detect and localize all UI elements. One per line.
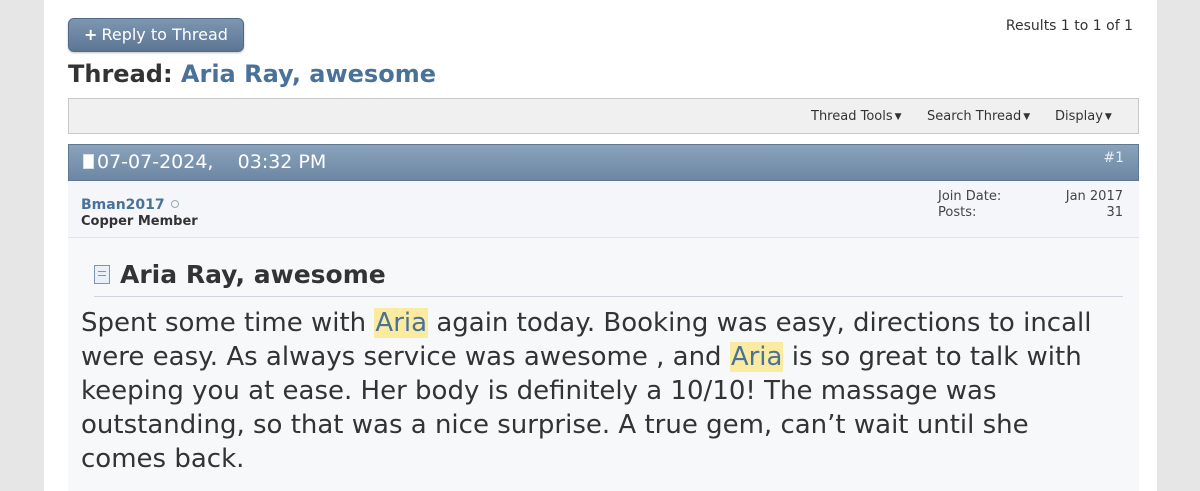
- join-date-value: Jan 2017: [1065, 189, 1123, 204]
- user-stats-values: Jan 2017 31: [1066, 189, 1123, 221]
- search-thread-label: Search Thread: [927, 109, 1022, 124]
- post-header: 07-07-2024, 03:32 PM #1: [68, 144, 1139, 181]
- results-count: Results 1 to 1 of 1: [1005, 18, 1133, 34]
- post-title-text: Aria Ray, awesome: [120, 260, 386, 289]
- highlighted-keyword[interactable]: Aria: [729, 342, 784, 372]
- display-menu[interactable]: Display ▼: [1055, 109, 1112, 124]
- caret-down-icon: ▼: [1023, 112, 1031, 122]
- thread-title-link[interactable]: Aria Ray, awesome: [181, 60, 436, 88]
- post-user-info: Bman2017 Copper Member Join Date: Posts:…: [68, 181, 1139, 238]
- post-date-value: 07-07-2024,: [97, 151, 214, 173]
- offline-status-icon: [170, 200, 179, 208]
- post-body: Aria Ray, awesome Spent some time with A…: [68, 238, 1139, 491]
- display-label: Display: [1055, 109, 1103, 124]
- username-link[interactable]: Bman2017: [81, 197, 179, 213]
- post-message: Spent some time with Aria again today. B…: [81, 306, 1116, 476]
- message-text: Spent some time with: [81, 308, 375, 338]
- plus-icon: +: [84, 25, 98, 44]
- thread-tools-bar: Thread Tools ▼ Search Thread ▼ Display ▼: [68, 98, 1139, 134]
- highlighted-keyword[interactable]: Aria: [374, 308, 429, 338]
- reply-button-label: Reply to Thread: [101, 25, 228, 44]
- username-text: Bman2017: [81, 197, 165, 213]
- post-status-icon: [83, 154, 94, 169]
- post-time-value: 03:32 PM: [237, 151, 327, 173]
- page-title: Thread: Aria Ray, awesome: [68, 60, 436, 88]
- post-permalink[interactable]: #1: [1103, 150, 1124, 166]
- thread-title-prefix: Thread:: [68, 60, 173, 88]
- cut-off-text-strip: [44, 0, 1157, 4]
- post-date: 07-07-2024, 03:32 PM: [83, 151, 326, 173]
- posts-label: Posts:: [938, 205, 977, 220]
- forum-page: + Reply to Thread Results 1 to 1 of 1 Thr…: [44, 0, 1157, 491]
- caret-down-icon: ▼: [1104, 112, 1112, 122]
- post-title-divider: [94, 296, 1123, 297]
- post-title: Aria Ray, awesome: [94, 260, 386, 289]
- user-title: Copper Member: [81, 214, 198, 229]
- user-stats-labels: Join Date: Posts:: [938, 189, 1001, 221]
- posts-value: 31: [1106, 205, 1123, 220]
- thread-tools-menu[interactable]: Thread Tools ▼: [811, 109, 902, 124]
- thread-tools-label: Thread Tools: [811, 109, 893, 124]
- document-icon: [94, 265, 110, 284]
- caret-down-icon: ▼: [894, 112, 902, 122]
- reply-to-thread-button[interactable]: + Reply to Thread: [68, 18, 244, 52]
- search-thread-menu[interactable]: Search Thread ▼: [927, 109, 1030, 124]
- join-date-label: Join Date:: [938, 189, 1002, 204]
